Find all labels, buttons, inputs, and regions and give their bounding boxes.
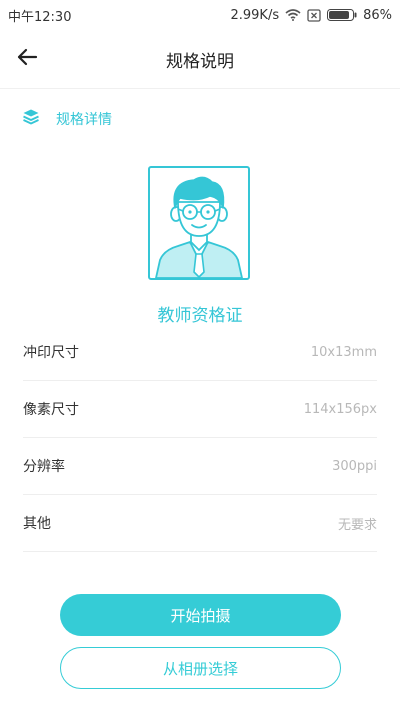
network-speed: 2.99K/s	[230, 7, 280, 23]
spec-value: 300ppi	[332, 458, 377, 474]
spec-row-other: 其他 无要求	[23, 495, 377, 552]
header: 规格说明	[0, 30, 400, 88]
wifi-icon	[285, 9, 301, 21]
id-photo-frame	[148, 166, 250, 280]
no-sim-icon	[307, 8, 321, 22]
spec-value: 无要求	[337, 517, 377, 533]
section-heading: 规格详情	[22, 108, 112, 130]
arrow-left-icon	[16, 48, 38, 70]
spec-value: 10x13mm	[310, 344, 377, 360]
status-time: 中午12:30	[8, 9, 72, 25]
spec-label: 其他	[23, 516, 51, 532]
header-divider	[0, 88, 400, 89]
person-avatar-icon	[150, 176, 248, 282]
start-shooting-button[interactable]: 开始拍摄	[60, 594, 341, 636]
spec-list: 冲印尺寸 10x13mm 像素尺寸 114x156px 分辨率 300ppi 其…	[23, 324, 377, 552]
spec-label: 像素尺寸	[23, 402, 79, 418]
back-button[interactable]	[14, 47, 40, 71]
status-bar: 中午12:30 2.99K/s 86%	[0, 0, 400, 30]
spec-value: 114x156px	[303, 401, 377, 417]
spec-label: 分辨率	[23, 459, 65, 475]
page-title: 规格说明	[166, 51, 234, 72]
spec-label: 冲印尺寸	[23, 345, 79, 361]
spec-row-print-size: 冲印尺寸 10x13mm	[23, 324, 377, 381]
choose-from-album-button[interactable]: 从相册选择	[60, 647, 341, 689]
status-indicators: 2.99K/s 86%	[230, 8, 392, 23]
battery-icon	[327, 9, 357, 21]
certificate-name: 教师资格证	[157, 306, 243, 326]
layers-icon	[22, 108, 40, 130]
battery-percentage: 86%	[363, 7, 392, 23]
spec-row-resolution: 分辨率 300ppi	[23, 438, 377, 495]
section-title: 规格详情	[56, 112, 112, 128]
spec-row-pixel-size: 像素尺寸 114x156px	[23, 381, 377, 438]
